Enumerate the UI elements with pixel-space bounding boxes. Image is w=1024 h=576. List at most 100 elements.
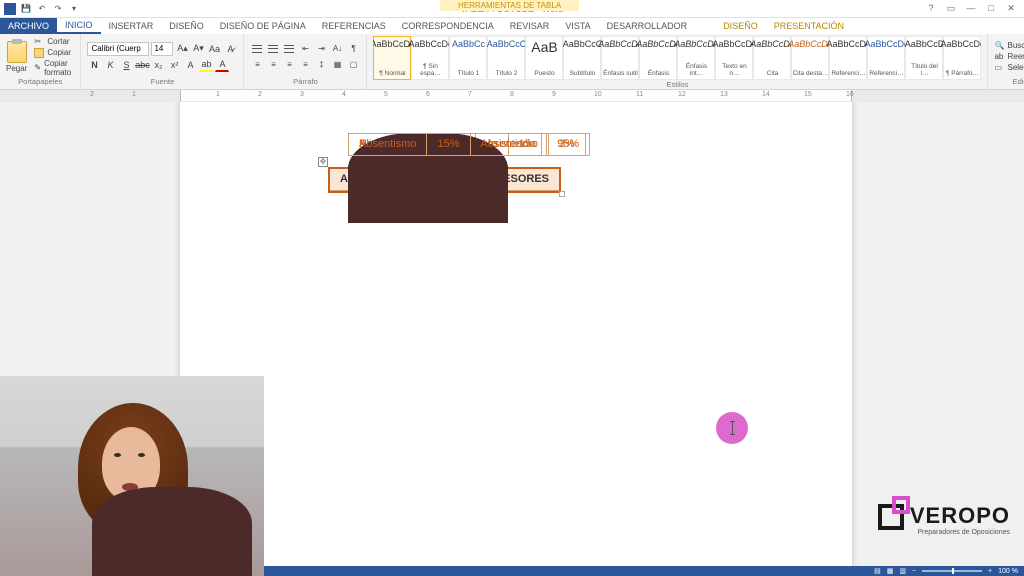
font-size-input[interactable] <box>151 42 173 56</box>
tab-ctx-diseno[interactable]: DISEÑO <box>715 18 766 34</box>
format-painter-button[interactable]: ✎Copiar formato <box>34 59 74 77</box>
horizontal-ruler[interactable]: 2112345678910111213141516 <box>0 90 1024 102</box>
table-cell[interactable]: Absentismo <box>349 133 427 155</box>
tab-desarrollador[interactable]: DESARROLLADOR <box>599 18 696 34</box>
maximize-icon[interactable]: □ <box>984 3 998 14</box>
style-item[interactable]: AaBbCcDaCita <box>753 36 791 80</box>
italic-button[interactable]: K <box>103 58 117 72</box>
qat-more-icon[interactable]: ▾ <box>68 3 80 15</box>
style-item[interactable]: AaBbCcCSubtítulo <box>563 36 601 80</box>
style-item[interactable]: AaBbCcDaÉnfasis int… <box>677 36 715 80</box>
zoom-out-icon[interactable]: − <box>912 568 916 575</box>
style-item[interactable]: AaBbCcDc¶ Normal <box>373 36 411 80</box>
bullets-icon[interactable] <box>250 42 264 56</box>
tab-correspondencia[interactable]: CORRESPONDENCIA <box>394 18 502 34</box>
align-left-icon[interactable]: ≡ <box>250 58 264 72</box>
table-resize-handle-icon[interactable] <box>559 191 565 197</box>
minimize-icon[interactable]: — <box>964 3 978 14</box>
style-item[interactable]: AaBbCcDc¶ Sin espa… <box>411 36 449 80</box>
style-name-label: Énfasis int… <box>678 64 714 77</box>
undo-icon[interactable]: ↶ <box>36 3 48 15</box>
numbering-icon[interactable] <box>266 42 280 56</box>
increase-indent-icon[interactable]: ⇥ <box>314 42 328 56</box>
tab-ctx-presentacion[interactable]: PRESENTACIÓN <box>766 18 852 34</box>
help-icon[interactable]: ? <box>924 3 938 14</box>
increase-font-icon[interactable]: A▴ <box>175 42 189 56</box>
style-item[interactable]: AaBbCcDTítulo del l… <box>905 36 943 80</box>
style-name-label: Referenci… <box>831 71 865 78</box>
font-name-input[interactable] <box>87 42 149 56</box>
line-spacing-icon[interactable]: ‡ <box>314 58 328 72</box>
style-name-label: Título 1 <box>458 71 480 78</box>
table-cell[interactable]: Absentismo <box>470 133 548 155</box>
style-item[interactable]: AaBbCcCTítulo 2 <box>487 36 525 80</box>
clear-format-icon[interactable]: A̷ <box>223 42 237 56</box>
bold-button[interactable]: N <box>87 58 101 72</box>
ribbon-display-icon[interactable]: ▭ <box>944 3 958 14</box>
tab-insertar[interactable]: INSERTAR <box>101 18 162 34</box>
subscript-button[interactable]: x₂ <box>151 58 165 72</box>
underline-button[interactable]: S <box>119 58 133 72</box>
save-icon[interactable]: 💾 <box>20 3 32 15</box>
copy-button[interactable]: Copiar <box>34 48 74 58</box>
style-item[interactable]: AaBbCcDc¶ Párrafo… <box>943 36 981 80</box>
group-clipboard: Pegar ✂Cortar Copiar ✎Copiar formato Por… <box>0 34 81 89</box>
table-cell[interactable]: 3% <box>549 133 586 155</box>
select-button[interactable]: ▭Seleccionar▾ <box>994 63 1024 73</box>
copy-label: Copiar <box>47 48 71 57</box>
style-item[interactable]: AaBbCcTítulo 1 <box>449 36 487 80</box>
tab-inicio[interactable]: INICIO <box>57 18 101 34</box>
sort-icon[interactable]: A↓ <box>330 42 344 56</box>
align-right-icon[interactable]: ≡ <box>282 58 296 72</box>
tab-vista[interactable]: VISTA <box>557 18 598 34</box>
view-readmode-icon[interactable]: ▤ <box>874 567 881 575</box>
tab-revisar[interactable]: REVISAR <box>502 18 558 34</box>
decrease-font-icon[interactable]: A▾ <box>191 42 205 56</box>
table-move-handle-icon[interactable]: ✥ <box>318 157 328 167</box>
decrease-indent-icon[interactable]: ⇤ <box>298 42 312 56</box>
style-item[interactable]: AaBbCcDcReferenci… <box>829 36 867 80</box>
highlight-icon[interactable]: ab <box>199 58 213 72</box>
clipboard-group-label: Portapapeles <box>6 77 74 87</box>
tab-referencias[interactable]: REFERENCIAS <box>314 18 394 34</box>
style-item[interactable]: AaBPuesto <box>525 36 563 80</box>
align-center-icon[interactable]: ≡ <box>266 58 280 72</box>
style-item[interactable]: AaBbCcDcReferenci… <box>867 36 905 80</box>
style-item[interactable]: AaBbCcDaÉnfasis sutil <box>601 36 639 80</box>
page[interactable]: ✥ ALUMNOS PROFESORES Número 342 Número 1… <box>180 102 852 566</box>
find-button[interactable]: 🔍Buscar▾ <box>994 41 1024 51</box>
view-web-icon[interactable]: ▥ <box>899 567 906 575</box>
zoom-in-icon[interactable]: + <box>988 568 992 575</box>
vertical-scrollbar[interactable] <box>1012 102 1022 566</box>
data-table[interactable]: ALUMNOS PROFESORES Número 342 Número 15 … <box>328 167 561 193</box>
table-cell[interactable]: 15% <box>427 133 470 155</box>
superscript-button[interactable]: x² <box>167 58 181 72</box>
zoom-level[interactable]: 100 % <box>998 568 1018 575</box>
style-item[interactable]: AaBbCcDaCita desta… <box>791 36 829 80</box>
window-controls: ? ▭ — □ ✕ <box>924 3 1024 14</box>
show-marks-icon[interactable]: ¶ <box>346 42 360 56</box>
status-bar: ▤ ▦ ▥ − + 100 % <box>264 566 1024 576</box>
style-item[interactable]: AaBbCcDcTexto en n… <box>715 36 753 80</box>
tab-archivo[interactable]: ARCHIVO <box>0 18 57 34</box>
tab-diseno-pagina[interactable]: DISEÑO DE PÁGINA <box>212 18 314 34</box>
style-item[interactable]: AaBbCcDaÉnfasis <box>639 36 677 80</box>
close-icon[interactable]: ✕ <box>1004 3 1018 14</box>
text-effects-icon[interactable]: A <box>183 58 197 72</box>
styles-gallery[interactable]: AaBbCcDc¶ NormalAaBbCcDc¶ Sin espa…AaBbC… <box>373 36 981 80</box>
zoom-slider[interactable] <box>922 570 982 572</box>
view-print-icon[interactable]: ▦ <box>887 567 894 575</box>
shading-icon[interactable]: ▦ <box>330 58 344 72</box>
replace-button[interactable]: abReemplazar <box>994 52 1024 62</box>
change-case-icon[interactable]: Aa <box>207 42 221 56</box>
font-color-icon[interactable]: A <box>215 58 229 72</box>
tab-diseno[interactable]: DISEÑO <box>161 18 212 34</box>
redo-icon[interactable]: ↷ <box>52 3 64 15</box>
multilevel-icon[interactable] <box>282 42 296 56</box>
cut-label: Cortar <box>47 37 69 46</box>
strike-button[interactable]: abc <box>135 58 149 72</box>
cut-button[interactable]: ✂Cortar <box>34 37 74 47</box>
paste-button[interactable]: Pegar <box>6 41 27 73</box>
borders-icon[interactable]: ▢ <box>346 58 360 72</box>
justify-icon[interactable]: ≡ <box>298 58 312 72</box>
